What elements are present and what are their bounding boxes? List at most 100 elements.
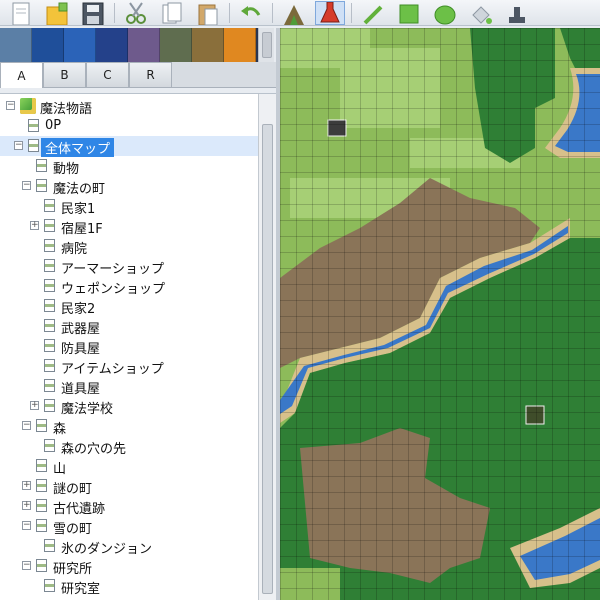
tree-item-label: 山 bbox=[53, 462, 67, 477]
collapse-icon[interactable]: − bbox=[22, 181, 31, 190]
tile-rock[interactable] bbox=[128, 28, 160, 62]
stamp-icon[interactable] bbox=[502, 1, 532, 25]
tree-item-label: 防具屋 bbox=[61, 342, 101, 357]
tab-b[interactable]: B bbox=[43, 62, 86, 87]
tree-item[interactable]: アイテムショップ bbox=[0, 356, 258, 377]
tab-r[interactable]: R bbox=[129, 62, 172, 87]
tree-item[interactable]: 山 bbox=[0, 456, 258, 477]
tile-swamp[interactable] bbox=[160, 28, 192, 62]
tree-item-label: 氷のダンジョン bbox=[61, 542, 153, 557]
map-icon bbox=[36, 459, 47, 472]
rectangle-icon[interactable] bbox=[394, 1, 424, 25]
cut-icon[interactable] bbox=[121, 1, 151, 25]
tree-item[interactable]: ウェポンショップ bbox=[0, 276, 258, 297]
tab-a[interactable]: A bbox=[0, 62, 43, 88]
pencil-icon[interactable] bbox=[358, 1, 388, 25]
tree-item-label: アイテムショップ bbox=[61, 362, 164, 377]
map-icon bbox=[28, 139, 39, 152]
undo-icon[interactable] bbox=[236, 1, 266, 25]
tree-item-label: 道具屋 bbox=[61, 382, 101, 397]
map-icon bbox=[44, 539, 55, 552]
tree-item[interactable]: + 古代遺跡 bbox=[0, 496, 258, 517]
tree-item[interactable]: + 謎の町 bbox=[0, 476, 258, 497]
ellipse-icon[interactable] bbox=[430, 1, 460, 25]
tileset-palette[interactable] bbox=[0, 28, 258, 62]
tree-item-label: 民家1 bbox=[61, 202, 96, 217]
tree-item[interactable]: − 雪の町 bbox=[0, 516, 258, 537]
tree-item[interactable]: 民家2 bbox=[0, 296, 258, 317]
map-icon bbox=[44, 319, 55, 332]
map-icon bbox=[44, 439, 55, 452]
tree-item[interactable]: − 研究所 bbox=[0, 556, 258, 577]
toolbar-separator bbox=[351, 3, 352, 23]
tileset-tabs: A B C R bbox=[0, 62, 276, 88]
palette-scroll-thumb[interactable] bbox=[262, 32, 272, 58]
toolbar-separator bbox=[114, 3, 115, 23]
new-folder-icon[interactable] bbox=[42, 1, 72, 25]
toolbar-separator bbox=[229, 3, 230, 23]
tree-item[interactable]: 研究室 bbox=[0, 576, 258, 597]
map-icon bbox=[44, 359, 55, 372]
tile-water-plain[interactable] bbox=[64, 28, 96, 62]
tree-item[interactable]: 氷のダンジョン bbox=[0, 536, 258, 557]
map-tree-panel: − 魔法物語 0P − 全体マップ 動物 − 魔法の町民家1 + 宿屋1F 病院 アーマーショップウェ… bbox=[0, 93, 276, 600]
map-icon bbox=[36, 419, 47, 432]
tree-item[interactable]: − 全体マップ bbox=[0, 136, 258, 157]
save-icon[interactable] bbox=[78, 1, 108, 25]
tree-item[interactable]: 道具屋 bbox=[0, 376, 258, 397]
collapse-icon[interactable]: − bbox=[6, 101, 15, 110]
map-icon bbox=[28, 119, 39, 132]
tree-item[interactable]: 0P bbox=[0, 116, 258, 136]
tab-c[interactable]: C bbox=[86, 62, 129, 87]
tile-lava[interactable] bbox=[224, 28, 256, 62]
copy-icon[interactable] bbox=[157, 1, 187, 25]
tile-water-deep[interactable] bbox=[32, 28, 64, 62]
tree-item[interactable]: 民家1 bbox=[0, 196, 258, 217]
expand-icon[interactable]: + bbox=[30, 221, 39, 230]
tree-item[interactable]: 防具屋 bbox=[0, 336, 258, 357]
tree-item[interactable]: − 森 bbox=[0, 416, 258, 437]
tree-scroll-thumb[interactable] bbox=[262, 124, 273, 594]
tree-item-label: 魔法の町 bbox=[53, 182, 106, 197]
tree-item-label: ウェポンショップ bbox=[61, 282, 166, 297]
map-icon bbox=[44, 239, 55, 252]
collapse-icon[interactable]: − bbox=[14, 141, 23, 150]
palette-scrollbar[interactable] bbox=[258, 28, 274, 62]
rpg-map-editor: A B C R − 魔法物語 0P − 全体マップ 動物 − 魔法の町民家1 + 宿屋1F 病院 アー… bbox=[0, 0, 600, 600]
tree-item[interactable]: 武器屋 bbox=[0, 316, 258, 337]
expand-icon[interactable]: + bbox=[22, 481, 31, 490]
page-icon[interactable] bbox=[6, 1, 36, 25]
collapse-icon[interactable]: − bbox=[22, 421, 31, 430]
paste-icon[interactable] bbox=[193, 1, 223, 25]
tree-item-label: 民家2 bbox=[61, 302, 96, 317]
tree-item-label: 全体マップ bbox=[41, 138, 115, 157]
tree-item[interactable]: + 宿屋1F bbox=[0, 216, 258, 237]
collapse-icon[interactable]: − bbox=[22, 521, 31, 530]
tree-item[interactable]: − 魔法物語 bbox=[0, 96, 258, 117]
fill-bucket-icon[interactable] bbox=[466, 1, 496, 25]
map-icon bbox=[36, 179, 47, 192]
map-canvas[interactable] bbox=[280, 28, 600, 600]
tree-item[interactable]: 森の穴の先 bbox=[0, 436, 258, 457]
tree-scrollbar[interactable] bbox=[258, 94, 276, 600]
collapse-icon[interactable]: − bbox=[22, 561, 31, 570]
tile-water-shallow[interactable] bbox=[0, 28, 32, 62]
map-icon bbox=[44, 199, 55, 212]
tree-item[interactable]: + 魔法学校 bbox=[0, 396, 258, 417]
tree-item[interactable]: − 魔法の町 bbox=[0, 176, 258, 197]
tile-water-sparkle[interactable] bbox=[96, 28, 128, 62]
event-flask-icon[interactable] bbox=[315, 1, 345, 25]
expand-icon[interactable]: + bbox=[30, 401, 39, 410]
tree-item[interactable]: 病院 bbox=[0, 236, 258, 257]
tree-item-label: 0P bbox=[45, 118, 62, 133]
tree-item[interactable]: アーマーショップ bbox=[0, 256, 258, 277]
tree-item-label: 森の穴の先 bbox=[61, 442, 127, 457]
tree-item[interactable]: 動物 bbox=[0, 156, 258, 177]
tile-flower[interactable] bbox=[192, 28, 224, 62]
map-icon bbox=[44, 379, 55, 392]
expand-icon[interactable]: + bbox=[22, 501, 31, 510]
tree-item-label: 研究室 bbox=[61, 582, 101, 597]
map-mountain-icon[interactable] bbox=[279, 1, 309, 25]
tree-item-label: 宿屋1F bbox=[61, 222, 103, 237]
toolbar-separator bbox=[272, 3, 273, 23]
